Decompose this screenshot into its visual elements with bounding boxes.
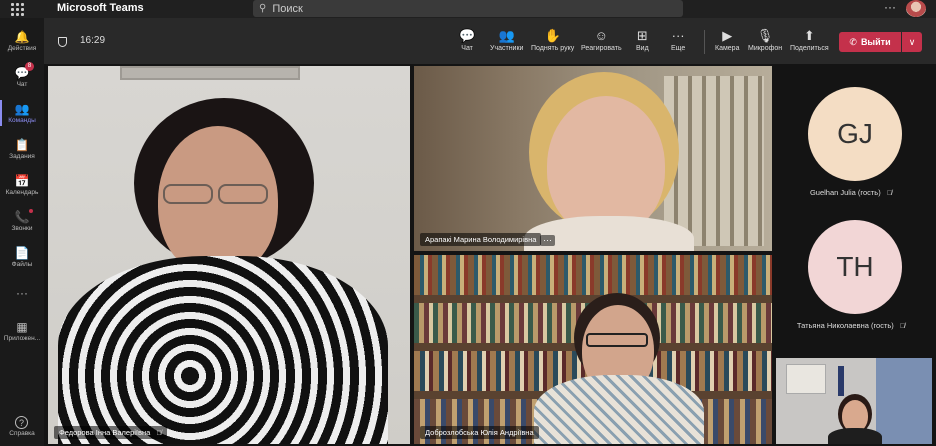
help-icon: ? [15, 416, 28, 429]
camera-button[interactable]: ▶ Камера [715, 28, 739, 54]
share-icon: ⬆ [803, 28, 815, 43]
unread-badge: 8 [25, 62, 34, 71]
raise-hand-icon: ✋ [544, 28, 561, 43]
curtain [876, 358, 932, 444]
tile-more-icon[interactable]: ··· [540, 235, 555, 246]
apps-icon: ▦ [16, 320, 28, 334]
more-icon: ··· [671, 28, 685, 43]
mic-off-icon: 🎙̸ [156, 430, 162, 437]
smile-icon: ☺ [594, 28, 608, 43]
notification-dot [29, 209, 33, 213]
rail-item-apps[interactable]: ▦ Приложен... [0, 314, 44, 348]
bell-icon: 🔔 [14, 30, 30, 44]
app-launcher-icon[interactable] [10, 2, 24, 16]
rail-item-help[interactable]: ? Справка [0, 410, 44, 444]
participant-body [58, 256, 388, 444]
video-tile-speaker[interactable]: Арапакі Марина Володимирівна ··· [414, 66, 772, 251]
rail-item-teams[interactable]: 👥 Команды [0, 96, 44, 130]
share-button[interactable]: ⬆ Поделиться [790, 28, 829, 54]
react-button[interactable]: ☺ Реагировать [581, 28, 622, 54]
window-frame [786, 364, 826, 394]
microphone-icon: 🎙 [756, 28, 774, 43]
files-icon: 📄 [14, 246, 30, 260]
participant-name-tag: Арапакі Марина Володимирівна [420, 233, 542, 246]
video-tile-main[interactable]: Федорова Інна Валеріївна 🎙̸ [48, 66, 410, 444]
participant-avatar[interactable]: TH [808, 220, 902, 314]
hang-up-icon: ✆ [849, 36, 857, 47]
wall-picture [120, 66, 300, 80]
toolbar-divider [704, 30, 705, 54]
rail-item-calendar[interactable]: 📅 Календарь [0, 168, 44, 202]
glasses [586, 333, 648, 347]
rail-item-assignments[interactable]: 📋 Задания [0, 132, 44, 166]
rail-item-calls[interactable]: 📞 Звонки [0, 204, 44, 238]
user-avatar[interactable] [906, 0, 926, 17]
grid-view-icon: ⊞ [636, 28, 648, 43]
microphone-button[interactable]: 🎙 Микрофон [748, 28, 782, 54]
participant-name-tag: Федорова Інна Валеріївна 🎙̸ [54, 426, 167, 439]
participants-icon: 👥 [498, 28, 515, 43]
calendar-icon: 📅 [14, 174, 30, 188]
chat-icon: 💬 [14, 66, 30, 80]
app-title: Microsoft Teams [57, 2, 144, 14]
participant-avatar[interactable]: GJ [808, 87, 902, 181]
mic-off-icon: 🎙̸ [886, 190, 893, 197]
glasses [163, 184, 213, 204]
participant-name-tag: Guelhan Julia (гость) 🎙̸ [809, 188, 893, 197]
self-video-preview[interactable] [776, 358, 932, 444]
search-box[interactable]: ⚲ [253, 0, 683, 17]
camera-icon: ▶ [722, 28, 733, 43]
chat-icon: 💬 [459, 28, 476, 43]
meeting-toolbar: 16:29 💬 Чат 👥 Участники ✋ Поднять руку ☺… [44, 18, 936, 64]
chat-button[interactable]: 💬 Чат [459, 28, 475, 54]
rail-item-activity[interactable]: 🔔 Действия [0, 24, 44, 58]
meeting-timer: 16:29 [80, 35, 106, 46]
phone-icon: 📞 [14, 210, 30, 224]
more-icon: ··· [16, 286, 28, 300]
rail-item-files[interactable]: 📄 Файлы [0, 240, 44, 274]
shield-icon [58, 37, 67, 47]
video-tile-third[interactable]: Доброзлобська Юлія Андріївна [414, 255, 772, 444]
participant-name-tag: Татьяна Николаевна (гость) 🎙̸ [796, 321, 906, 330]
assignments-icon: 📋 [14, 138, 30, 152]
leave-button[interactable]: ✆ Выйти [839, 32, 901, 52]
flag [838, 366, 844, 396]
teams-icon: 👥 [14, 102, 30, 116]
search-icon: ⚲ [259, 3, 267, 14]
participant-name-tag: Доброзлобська Юлія Андріївна [420, 426, 539, 439]
bookshelf-row [414, 255, 772, 295]
video-stage: Федорова Інна Валеріївна 🎙̸ Арапакі Мари… [44, 64, 936, 446]
leave-options-chevron-icon[interactable]: ∨ [902, 32, 922, 52]
more-actions-button[interactable]: ··· Еще [671, 28, 685, 54]
search-input[interactable] [272, 2, 653, 15]
view-button[interactable]: ⊞ Вид [636, 28, 649, 54]
raise-hand-button[interactable]: ✋ Поднять руку [531, 28, 574, 54]
participants-button[interactable]: 👥 Участники [490, 28, 523, 54]
rail-more-button[interactable]: ··· [0, 280, 44, 300]
mic-off-icon: 🎙̸ [899, 323, 906, 330]
title-bar: Microsoft Teams ⚲ ··· [0, 0, 936, 18]
app-rail: 🔔 Действия 💬 Чат 8 👥 Команды 📋 Задания 📅… [0, 18, 44, 446]
participant-face [547, 96, 665, 236]
rail-item-chat[interactable]: 💬 Чат 8 [0, 60, 44, 94]
building-facade [664, 76, 764, 246]
settings-more-icon[interactable]: ··· [884, 0, 896, 14]
